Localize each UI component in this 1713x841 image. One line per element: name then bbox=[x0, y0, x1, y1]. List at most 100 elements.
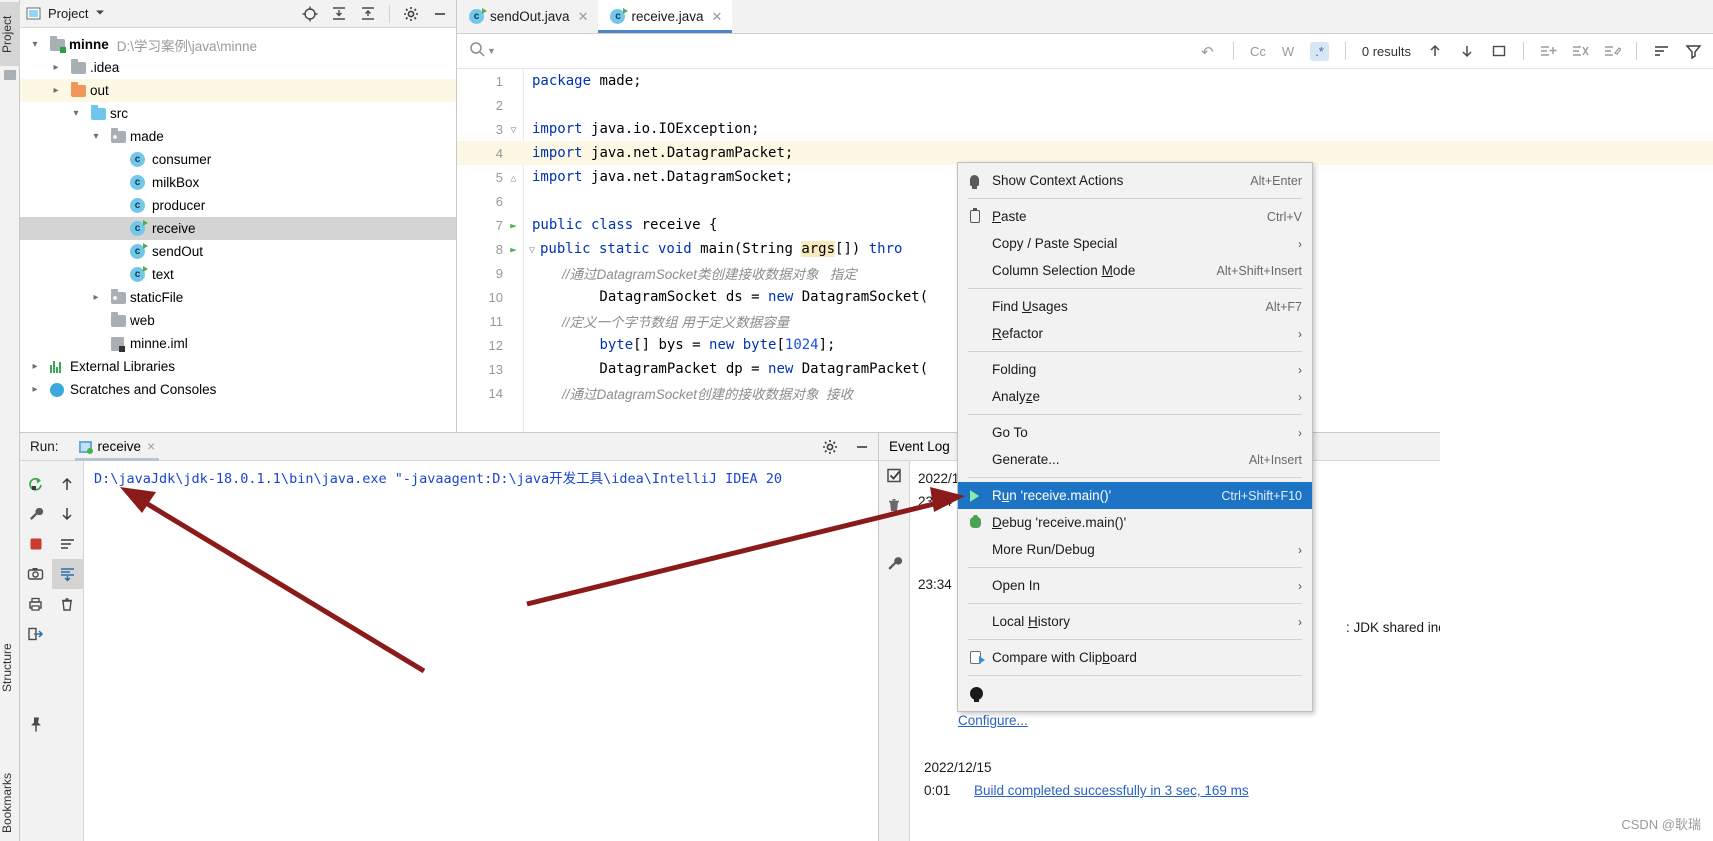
tree-item-out[interactable]: ▸ out bbox=[20, 79, 456, 102]
filter-list-icon[interactable] bbox=[1653, 43, 1669, 59]
pin-icon[interactable] bbox=[20, 709, 52, 739]
tree-item-idea[interactable]: ▸ .idea bbox=[20, 56, 456, 79]
words-toggle[interactable]: W bbox=[1282, 44, 1294, 59]
search-history-chevron-icon[interactable]: ▼ bbox=[487, 46, 496, 56]
run-tab-receive[interactable]: receive × bbox=[71, 433, 163, 461]
find-input[interactable] bbox=[501, 43, 1202, 59]
menu-item-debug-receive-main[interactable]: Debug 'receive.main()' bbox=[958, 509, 1312, 536]
project-panel: Project ▾ minne D:\学习案例\java\minne ▸ .id… bbox=[20, 0, 457, 432]
wrench-icon[interactable] bbox=[20, 499, 52, 529]
menu-item-go-to[interactable]: Go To › bbox=[958, 419, 1312, 446]
tree-item-src[interactable]: ▾ src bbox=[20, 102, 456, 125]
target-icon[interactable] bbox=[302, 6, 318, 22]
menu-item-show-context-actions[interactable]: Show Context Actions Alt+Enter bbox=[958, 167, 1312, 194]
tree-item-milkbox[interactable]: c milkBox bbox=[20, 171, 456, 194]
tree-item-consumer[interactable]: c consumer bbox=[20, 148, 456, 171]
select-all-occurrences-icon[interactable] bbox=[1491, 43, 1507, 59]
menu-item-find-usages[interactable]: Find Usages Alt+F7 bbox=[958, 293, 1312, 320]
tree-item-sendout[interactable]: c sendOut bbox=[20, 240, 456, 263]
run-console-output[interactable]: D:\javaJdk\jdk-18.0.1.1\bin\java.exe "-j… bbox=[84, 461, 878, 841]
chevron-expanded-icon[interactable]: ▾ bbox=[28, 39, 42, 50]
rerun-icon[interactable] bbox=[20, 469, 52, 499]
menu-item-compare-with-clipboard[interactable]: Compare with Clipboard bbox=[958, 644, 1312, 671]
tree-item-staticfile[interactable]: ▸ staticFile bbox=[20, 286, 456, 309]
close-icon[interactable]: ✕ bbox=[712, 9, 723, 25]
soft-wrap-icon[interactable] bbox=[52, 529, 84, 559]
menu-item-refactor[interactable]: Refactor › bbox=[958, 320, 1312, 347]
tool-button-structure[interactable]: Structure bbox=[0, 630, 20, 706]
menu-item-column-selection-mode[interactable]: Column Selection Mode Alt+Shift+Insert bbox=[958, 257, 1312, 284]
gear-icon[interactable] bbox=[822, 439, 838, 455]
close-icon[interactable]: × bbox=[147, 439, 155, 454]
find-bar: ▼ ↶ Cc W .* 0 results bbox=[457, 34, 1713, 69]
menu-item-local-history[interactable]: Local History › bbox=[958, 608, 1312, 635]
add-line-icon[interactable] bbox=[1540, 43, 1557, 59]
menu-item-copy-paste-special[interactable]: Copy / Paste Special › bbox=[958, 230, 1312, 257]
chevron-down-icon[interactable] bbox=[94, 6, 106, 22]
tree-item-external-libraries[interactable]: ▸ External Libraries bbox=[20, 355, 456, 378]
close-icon[interactable]: ✕ bbox=[578, 9, 589, 25]
minimize-icon[interactable] bbox=[854, 439, 870, 455]
tree-item-scratches[interactable]: ▸ Scratches and Consoles bbox=[20, 378, 456, 401]
run-gutter-icon[interactable]: ► bbox=[510, 243, 517, 256]
menu-item-label: Generate... bbox=[992, 452, 1060, 467]
minimize-icon[interactable] bbox=[432, 6, 448, 22]
trash-icon[interactable] bbox=[886, 497, 902, 513]
menu-item-folding[interactable]: Folding › bbox=[958, 356, 1312, 383]
wrench-icon[interactable] bbox=[886, 555, 903, 571]
fold-icon[interactable]: ▽ bbox=[529, 245, 535, 256]
scroll-to-end-icon[interactable] bbox=[51, 559, 83, 589]
tab-receive-java[interactable]: c receive.java ✕ bbox=[598, 0, 733, 33]
menu-item-more-run-debug[interactable]: More Run/Debug › bbox=[958, 536, 1312, 563]
filter-icon[interactable] bbox=[1685, 43, 1702, 60]
tree-item-producer[interactable]: c producer bbox=[20, 194, 456, 217]
expand-all-icon[interactable] bbox=[360, 6, 376, 22]
tool-button-project[interactable]: Project bbox=[0, 2, 20, 66]
menu-item-label: Analyze bbox=[992, 389, 1041, 404]
tree-item-text[interactable]: c text bbox=[20, 263, 456, 286]
tab-sendout-java[interactable]: c sendOut.java ✕ bbox=[457, 0, 598, 33]
chevron-expanded-icon[interactable]: ▾ bbox=[69, 108, 83, 119]
chevron-collapsed-icon[interactable]: ▸ bbox=[49, 62, 63, 73]
tree-item-minne[interactable]: ▾ minne D:\学习案例\java\minne bbox=[20, 33, 456, 56]
menu-item-open-in[interactable]: Open In › bbox=[958, 572, 1312, 599]
collapse-all-icon[interactable] bbox=[331, 6, 347, 22]
fold-icon[interactable]: ▽ bbox=[510, 125, 516, 136]
fold-icon[interactable]: △ bbox=[510, 173, 516, 184]
camera-icon[interactable] bbox=[20, 559, 52, 589]
configure-link[interactable]: Configure... bbox=[958, 709, 1028, 732]
up-arrow-icon[interactable] bbox=[52, 469, 84, 499]
tree-item-receive[interactable]: c receive bbox=[20, 217, 456, 240]
remove-line-icon[interactable] bbox=[1572, 43, 1589, 59]
build-message-link[interactable]: Build completed successfully in 3 sec, 1… bbox=[974, 779, 1249, 802]
menu-item-generate[interactable]: Generate... Alt+Insert bbox=[958, 446, 1312, 473]
prev-match-icon[interactable] bbox=[1427, 43, 1443, 59]
match-case-toggle[interactable]: Cc bbox=[1250, 44, 1266, 59]
search-icon[interactable] bbox=[469, 41, 486, 62]
gear-icon[interactable] bbox=[403, 6, 419, 22]
chevron-collapsed-icon[interactable]: ▸ bbox=[49, 85, 63, 96]
regex-toggle[interactable]: .* bbox=[1310, 41, 1329, 61]
chevron-collapsed-icon[interactable]: ▸ bbox=[89, 292, 103, 303]
next-match-icon[interactable] bbox=[1459, 43, 1475, 59]
menu-item-create-gist[interactable] bbox=[958, 680, 1312, 707]
menu-item-run-receive-main[interactable]: Run 'receive.main()' Ctrl+Shift+F10 bbox=[958, 482, 1312, 509]
stop-icon[interactable] bbox=[20, 529, 52, 559]
tool-button-bookmarks[interactable]: Bookmarks bbox=[0, 765, 20, 841]
menu-item-paste[interactable]: Paste Ctrl+V bbox=[958, 203, 1312, 230]
menu-item-analyze[interactable]: Analyze › bbox=[958, 383, 1312, 410]
tree-item-web[interactable]: ▸ web bbox=[20, 309, 456, 332]
mark-read-icon[interactable] bbox=[886, 467, 902, 483]
newline-icon[interactable]: ↶ bbox=[1201, 43, 1217, 61]
down-arrow-icon[interactable] bbox=[52, 499, 84, 529]
chevron-collapsed-icon[interactable]: ▸ bbox=[28, 384, 42, 395]
edit-line-icon[interactable] bbox=[1604, 43, 1622, 59]
chevron-collapsed-icon[interactable]: ▸ bbox=[28, 361, 42, 372]
tree-item-minne-iml[interactable]: ▸ minne.iml bbox=[20, 332, 456, 355]
print-icon[interactable] bbox=[20, 589, 52, 619]
trash-icon[interactable] bbox=[52, 589, 84, 619]
export-icon[interactable] bbox=[20, 619, 52, 649]
chevron-expanded-icon[interactable]: ▾ bbox=[89, 131, 103, 142]
tree-item-made[interactable]: ▾ made bbox=[20, 125, 456, 148]
run-gutter-icon[interactable]: ► bbox=[510, 219, 517, 232]
